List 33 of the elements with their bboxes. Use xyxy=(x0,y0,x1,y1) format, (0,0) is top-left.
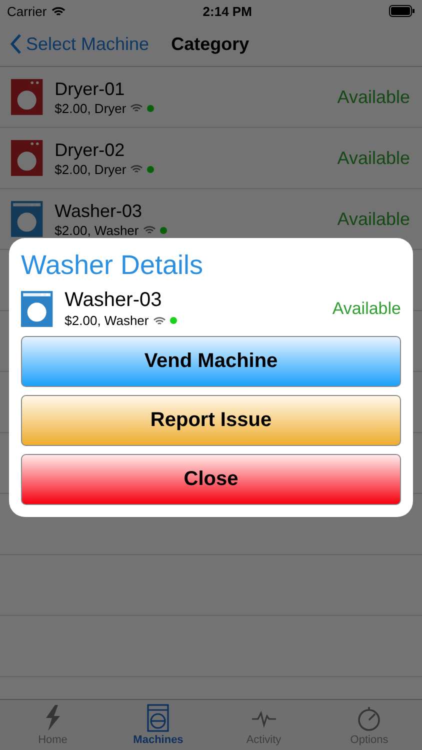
machine-detail: $2.00, Washer xyxy=(64,313,149,328)
wifi-icon xyxy=(142,225,156,235)
action-button[interactable]: Close xyxy=(21,454,401,505)
status-label: Available xyxy=(337,208,410,230)
status-label: Available xyxy=(337,148,410,168)
machine-detail: $2.00, Dryer xyxy=(54,100,126,116)
stopwatch-icon xyxy=(356,704,382,732)
machine-name: Washer-03 xyxy=(54,200,144,222)
dryer-icon xyxy=(11,79,43,115)
back-link[interactable]: Select Machine xyxy=(10,34,150,54)
machine-detail: $2.00, Washer xyxy=(54,222,139,238)
wifi-icon xyxy=(152,316,166,326)
wifi-icon xyxy=(130,164,144,174)
nav-title: Category xyxy=(171,34,250,54)
dialog-title: Washer Details xyxy=(21,250,204,281)
action-button[interactable]: Vend Machine xyxy=(21,336,401,387)
washer-icon xyxy=(145,704,172,732)
carrier-label: Carrier xyxy=(7,4,47,18)
status-label: Available xyxy=(332,298,401,318)
wifi-icon xyxy=(130,103,144,113)
battery-icon xyxy=(389,5,415,17)
clock-time: 2:14 PM xyxy=(202,4,252,18)
machine-name: Dryer-01 xyxy=(54,78,126,100)
machine-name: Washer-03 xyxy=(64,289,163,312)
status-label: Available xyxy=(337,86,410,108)
machine-detail: $2.00, Dryer xyxy=(54,162,126,176)
wifi-icon xyxy=(50,6,66,16)
action-button[interactable]: Report Issue xyxy=(21,395,401,446)
machine-name: Dryer-02 xyxy=(54,140,126,160)
dryer-icon xyxy=(11,140,43,176)
back-chevron-icon xyxy=(10,34,22,54)
tab-bar-item[interactable]: Machines xyxy=(106,700,211,750)
washer-icon xyxy=(21,290,53,326)
